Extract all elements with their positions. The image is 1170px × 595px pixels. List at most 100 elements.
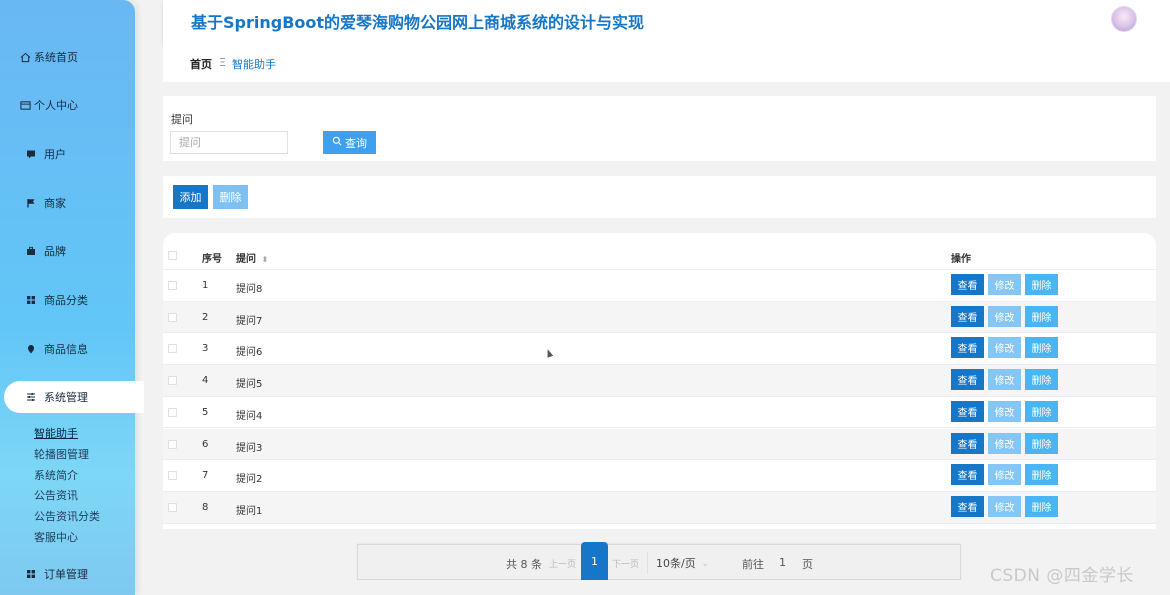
bulk-delete-button[interactable]: 删除 [213, 185, 248, 209]
view-button[interactable]: 查看 [951, 432, 984, 454]
row-index: 7 [202, 470, 209, 482]
view-button[interactable]: 查看 [951, 400, 984, 422]
view-button[interactable]: 查看 [951, 369, 984, 391]
row-checkbox[interactable] [168, 281, 177, 290]
grid-icon [24, 293, 38, 307]
sidebar-item-label: 订单管理 [44, 568, 88, 581]
watermark: CSDN @四金学长 [990, 566, 1134, 586]
row-index: 5 [202, 406, 209, 418]
search-label: 提问 [171, 113, 193, 126]
row-checkbox[interactable] [168, 407, 177, 417]
view-button[interactable]: 查看 [951, 495, 984, 517]
sidebar-item-brands[interactable]: 品牌 [0, 236, 135, 266]
row-checkbox[interactable] [168, 376, 177, 386]
sidebar-item-orders[interactable]: 订单管理 [0, 559, 135, 589]
submenu-item-news[interactable]: 公告资讯 [34, 486, 100, 507]
view-button[interactable]: 查看 [951, 337, 984, 359]
sidebar-item-products[interactable]: 商品信息 [0, 334, 135, 364]
delete-button[interactable]: 删除 [1025, 369, 1058, 391]
row-index: 2 [202, 311, 209, 323]
table-row: 6 提问3 查看 修改 删除 [163, 428, 1156, 461]
goto-page-input[interactable]: 1 [779, 556, 786, 569]
next-page-button[interactable]: 下一页 [612, 557, 639, 570]
submenu-item-intro[interactable]: 系统简介 [34, 466, 100, 487]
delete-button[interactable]: 删除 [1025, 337, 1058, 359]
row-question: 提问3 [236, 442, 263, 454]
search-input[interactable] [170, 131, 288, 154]
view-button[interactable]: 查看 [951, 305, 984, 327]
row-checkbox[interactable] [168, 344, 177, 354]
submenu-item-news-category[interactable]: 公告资讯分类 [34, 507, 100, 528]
avatar[interactable] [1111, 6, 1137, 32]
row-checkbox[interactable] [168, 471, 177, 481]
page-number-current[interactable]: 1 [581, 542, 608, 580]
edit-button[interactable]: 修改 [988, 495, 1021, 517]
pagination: 共 8 条 上一页 1 下一页 10条/页 ⌄ 前往 1 页 [357, 542, 961, 580]
delete-button[interactable]: 删除 [1025, 432, 1058, 454]
row-checkbox[interactable] [168, 312, 177, 322]
view-button[interactable]: 查看 [951, 464, 984, 486]
sort-icon[interactable]: ⬍ [261, 255, 268, 264]
sidebar-item-label: 商品信息 [44, 343, 88, 356]
sidebar-item-profile[interactable]: 个人中心 [0, 90, 135, 120]
edit-button[interactable]: 修改 [988, 274, 1021, 295]
page-title: 基于SpringBoot的爱琴海购物公园网上商城系统的设计与实现 [191, 13, 645, 32]
delete-button[interactable]: 删除 [1025, 495, 1058, 517]
row-question: 提问1 [236, 505, 263, 517]
edit-button[interactable]: 修改 [988, 464, 1021, 486]
sidebar-item-users[interactable]: 用户 [0, 139, 135, 169]
row-checkbox[interactable] [168, 439, 177, 449]
row-index: 4 [202, 375, 209, 387]
page-size-value: 10条/页 [656, 557, 696, 570]
table-row: 4 提问5 查看 修改 删除 [163, 365, 1156, 397]
row-question: 提问4 [236, 410, 263, 422]
row-index: 3 [202, 343, 209, 355]
view-button[interactable]: 查看 [951, 274, 984, 295]
edit-button[interactable]: 修改 [988, 337, 1021, 359]
edit-button[interactable]: 修改 [988, 432, 1021, 454]
submenu-item-assistant[interactable]: 智能助手 [34, 424, 100, 445]
edit-button[interactable]: 修改 [988, 369, 1021, 391]
edit-button[interactable]: 修改 [988, 400, 1021, 422]
sidebar: 系统首页 个人中心 用户 商家 品牌 商品分类 商品信息 系统管理 智能助手 轮… [0, 0, 144, 595]
sidebar-item-categories[interactable]: 商品分类 [0, 285, 135, 315]
table-row: 8 提问1 查看 修改 删除 [163, 491, 1156, 524]
sidebar-item-home[interactable]: 系统首页 [0, 42, 135, 72]
sidebar-item-system[interactable]: 系统管理 [4, 381, 144, 413]
column-header-ops: 操作 [951, 254, 971, 265]
page-size-select[interactable]: 10条/页 ⌄ [647, 552, 717, 574]
breadcrumb-current: 智能助手 [232, 58, 276, 71]
breadcrumb-separator: Ξ [219, 56, 226, 69]
card-icon [18, 98, 32, 112]
submenu-item-service[interactable]: 客服中心 [34, 528, 100, 549]
sidebar-item-label: 用户 [44, 148, 66, 161]
row-question: 提问8 [236, 284, 263, 295]
edit-button[interactable]: 修改 [988, 305, 1021, 327]
row-question: 提问5 [236, 379, 263, 391]
row-question: 提问7 [236, 315, 263, 327]
search-button[interactable]: 查询 [323, 131, 376, 154]
table-row: 2 提问7 查看 修改 删除 [163, 301, 1156, 334]
delete-button[interactable]: 删除 [1025, 400, 1058, 422]
breadcrumb-home[interactable]: 首页 [190, 56, 212, 72]
delete-button[interactable]: 删除 [1025, 464, 1058, 486]
sidebar-item-label: 商品分类 [44, 294, 88, 307]
submenu-item-carousel[interactable]: 轮播图管理 [34, 445, 100, 466]
search-button-label: 查询 [345, 137, 367, 150]
row-checkbox[interactable] [168, 502, 177, 512]
flag-icon [24, 196, 38, 210]
column-header-question[interactable]: 提问 ⬍ [236, 250, 268, 265]
delete-button[interactable]: 删除 [1025, 274, 1058, 295]
row-question: 提问6 [236, 347, 263, 359]
delete-button[interactable]: 删除 [1025, 305, 1058, 327]
chat-icon [24, 147, 38, 161]
page-unit-label: 页 [802, 558, 813, 571]
home-icon [18, 50, 32, 64]
select-all-checkbox[interactable] [168, 251, 177, 260]
table-row: 1 提问8 查看 修改 删除 [163, 270, 1156, 302]
sidebar-item-label: 个人中心 [34, 99, 78, 112]
add-button[interactable]: 添加 [173, 185, 208, 209]
prev-page-button[interactable]: 上一页 [549, 557, 576, 570]
sidebar-item-merchants[interactable]: 商家 [0, 188, 135, 218]
row-index: 1 [202, 280, 209, 291]
